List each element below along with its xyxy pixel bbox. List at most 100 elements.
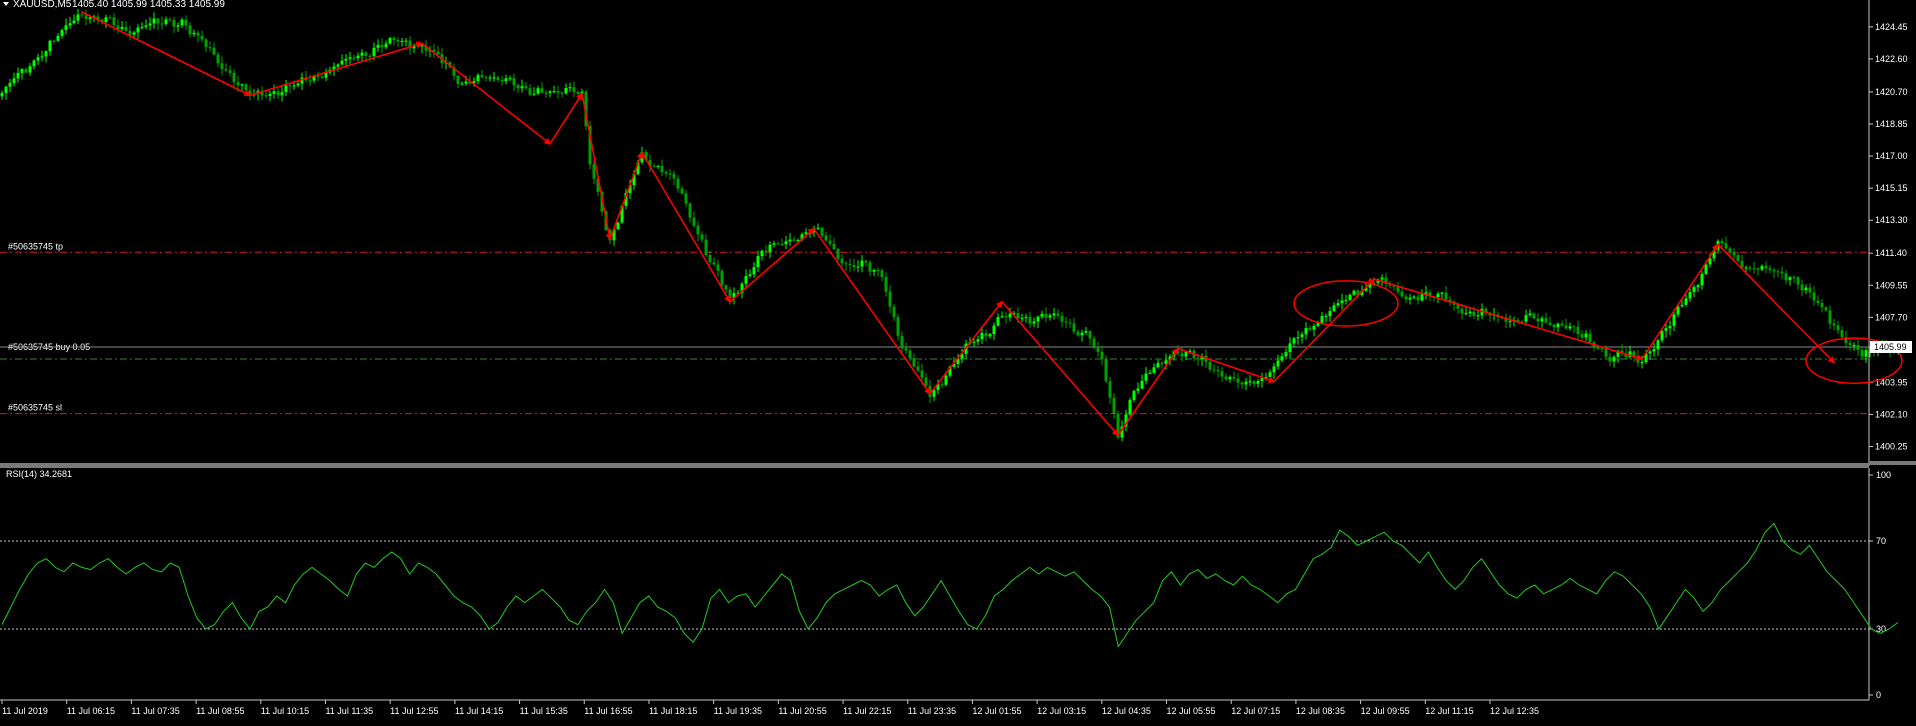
bull-candle [1380, 277, 1384, 280]
trading-chart[interactable]: XAUUSD,M5 1405.40 1405.99 1405.33 1405.9… [0, 0, 1916, 721]
bull-candle [340, 60, 344, 65]
bull-candle [488, 77, 492, 79]
time-tick-label: 11 Jul 14:15 [455, 706, 503, 716]
bear-candle [1848, 342, 1852, 346]
bull-candle [552, 91, 556, 93]
bear-candle [1092, 338, 1096, 348]
bear-candle [716, 264, 720, 271]
bear-candle [780, 243, 784, 245]
bull-candle [1144, 373, 1148, 381]
bear-candle [228, 70, 232, 73]
bull-candle [1304, 328, 1308, 335]
bear-candle [1548, 322, 1552, 325]
bear-candle [1860, 349, 1864, 357]
bear-candle [1780, 271, 1784, 274]
bear-candle [1308, 328, 1312, 330]
panel-separator[interactable] [0, 463, 1869, 468]
bull-candle [148, 23, 152, 26]
bull-candle [376, 44, 380, 48]
bear-candle [24, 69, 28, 73]
bull-candle [548, 91, 552, 93]
bull-candle [1652, 349, 1656, 352]
ohlc-values: 1405.40 1405.99 1405.33 1405.99 [72, 0, 225, 10]
bear-candle [1016, 313, 1020, 319]
bear-candle [396, 39, 400, 42]
time-tick-label: 11 Jul 06:15 [67, 706, 115, 716]
bear-candle [680, 188, 684, 194]
bear-candle [868, 262, 872, 272]
bull-candle [64, 25, 68, 31]
bull-candle [1656, 340, 1660, 350]
bear-candle [776, 243, 780, 245]
bear-candle [884, 276, 888, 292]
bear-candle [172, 19, 176, 27]
bull-candle [192, 32, 196, 35]
bear-candle [216, 54, 220, 64]
bull-candle [564, 88, 568, 94]
collapse-triangle-icon[interactable] [3, 2, 9, 6]
bear-candle [204, 39, 208, 48]
bear-candle [1824, 307, 1828, 311]
bear-candle [212, 47, 216, 55]
rsi-tick-label: 0 [1876, 690, 1881, 700]
bull-candle [268, 93, 272, 97]
bull-candle [356, 55, 360, 59]
bull-candle [1300, 334, 1304, 338]
chart-canvas[interactable]: XAUUSD,M5 1405.40 1405.99 1405.33 1405.9… [0, 0, 1916, 721]
bull-candle [748, 274, 752, 277]
bear-candle [676, 178, 680, 189]
bear-candle [844, 263, 848, 265]
bull-candle [1440, 292, 1444, 294]
bull-candle [292, 85, 296, 87]
bull-candle [1256, 380, 1260, 384]
bear-candle [116, 25, 120, 30]
bear-candle [380, 44, 384, 48]
bear-candle [896, 317, 900, 336]
bull-candle [980, 332, 984, 340]
bull-candle [1228, 376, 1232, 380]
bear-candle [1044, 313, 1048, 318]
bull-candle [1684, 298, 1688, 305]
bull-candle [72, 20, 76, 24]
bear-candle [1112, 397, 1116, 414]
time-tick-label: 12 Jul 05:55 [1167, 706, 1216, 716]
bull-candle [1332, 305, 1336, 312]
swing-arrow [1641, 243, 1719, 360]
bull-candle [1804, 287, 1808, 291]
bear-candle [264, 95, 268, 97]
bear-candle [364, 52, 368, 56]
bull-candle [12, 78, 16, 83]
bear-candle [188, 25, 192, 35]
bull-candle [296, 83, 300, 86]
bull-candle [140, 26, 144, 28]
bull-candle [532, 93, 536, 95]
bear-candle [1792, 277, 1796, 279]
bear-candle [224, 68, 228, 71]
rsi-axis-ticks: 10070300 [1869, 470, 1891, 700]
bull-candle [8, 82, 12, 87]
bear-candle [852, 265, 856, 268]
bull-candle [40, 56, 44, 58]
bull-candle [404, 40, 408, 42]
price-tick-label: 1417.00 [1875, 151, 1908, 161]
bull-candle [1272, 366, 1276, 373]
rsi-levels [0, 540, 1869, 630]
bull-candle [1760, 265, 1764, 270]
bull-candle [1680, 304, 1684, 307]
bear-candle [668, 173, 672, 175]
bear-candle [1472, 311, 1476, 316]
bear-candle [392, 38, 396, 40]
bear-candle [184, 19, 188, 26]
bull-candle [348, 57, 352, 59]
bear-candle [160, 23, 164, 25]
bull-candle [1704, 264, 1708, 274]
bear-candle [1416, 296, 1420, 301]
bull-candle [44, 51, 48, 57]
bear-candle [696, 225, 700, 235]
time-tick-label: 11 Jul 23:35 [908, 706, 956, 716]
bear-candle [512, 78, 516, 86]
bear-candle [1588, 333, 1592, 343]
bear-candle [556, 91, 560, 93]
bear-candle [1224, 376, 1228, 380]
bull-candle [16, 72, 20, 79]
